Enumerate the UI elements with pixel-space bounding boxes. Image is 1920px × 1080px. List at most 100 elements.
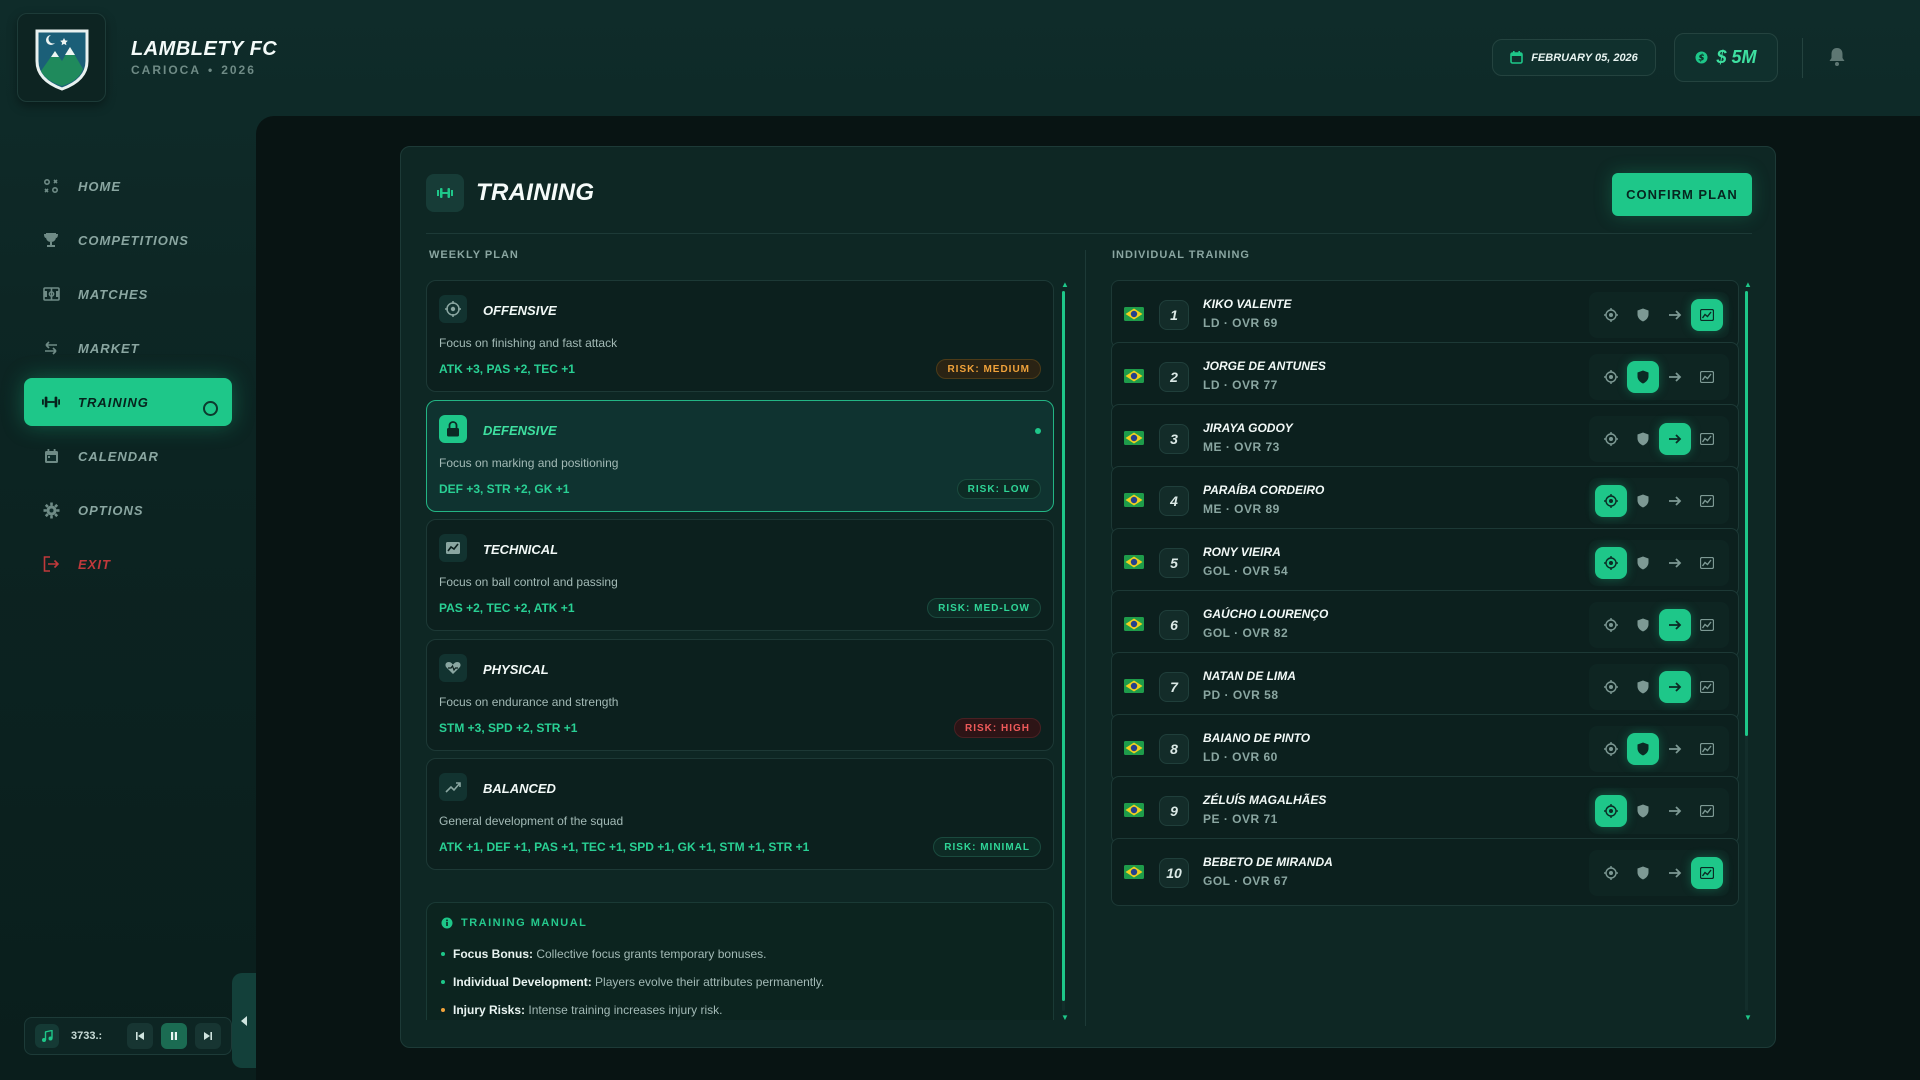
player-row[interactable]: 6 GAÚCHO LOURENÇO GOL · OVR 82 [1111, 590, 1739, 658]
focus-defense-button[interactable] [1627, 299, 1659, 331]
player-position-overall: GOL · OVR 54 [1203, 564, 1289, 578]
scroll-up-arrow[interactable]: ▲ [1744, 280, 1752, 289]
player-row[interactable]: 1 KIKO VALENTE LD · OVR 69 [1111, 280, 1739, 348]
focus-attack-button[interactable] [1595, 671, 1627, 703]
focus-defense-button[interactable] [1627, 547, 1659, 579]
club-balance-pill[interactable]: $ $ 5M [1674, 33, 1778, 82]
focus-speed-button[interactable] [1659, 733, 1691, 765]
previous-track-button[interactable] [127, 1023, 153, 1049]
focus-speed-button[interactable] [1659, 857, 1691, 889]
sidebar-item-label: TRAINING [78, 394, 149, 410]
focus-speed-button[interactable] [1659, 547, 1691, 579]
shield-icon [1637, 866, 1649, 880]
chart-icon [1700, 371, 1714, 383]
warning-bullet [441, 1008, 445, 1012]
plan-card-physical[interactable]: PHYSICAL Focus on endurance and strength… [426, 639, 1054, 751]
focus-defense-button[interactable] [1627, 423, 1659, 455]
training-manual-heading: TRAINING MANUAL [441, 917, 587, 929]
player-position-overall: PD · OVR 58 [1203, 688, 1279, 702]
focus-technique-button[interactable] [1691, 795, 1723, 827]
player-row[interactable]: 2 JORGE DE ANTUNES LD · OVR 77 [1111, 342, 1739, 410]
focus-attack-button[interactable] [1595, 299, 1627, 331]
focus-technique-button[interactable] [1691, 609, 1723, 641]
sidebar-item-home[interactable]: HOME [24, 162, 232, 210]
focus-speed-button[interactable] [1659, 361, 1691, 393]
header-divider [1802, 38, 1803, 78]
focus-defense-button[interactable] [1627, 795, 1659, 827]
focus-technique-button[interactable] [1691, 361, 1723, 393]
focus-technique-button[interactable] [1691, 547, 1723, 579]
arrow-right-icon [1668, 557, 1682, 569]
chart-icon [439, 534, 467, 562]
focus-technique-button[interactable] [1691, 299, 1723, 331]
current-date-pill[interactable]: FEBRUARY 05, 2026 [1492, 39, 1656, 76]
target-icon [1604, 680, 1618, 694]
focus-attack-button[interactable] [1595, 361, 1627, 393]
individual-training-scrollbar[interactable] [1745, 291, 1748, 1011]
player-row[interactable]: 10 BEBETO DE MIRANDA GOL · OVR 67 [1111, 838, 1739, 906]
plan-description: General development of the squad [439, 814, 624, 828]
plan-stat-bonuses: ATK +3, PAS +2, TEC +1 [439, 362, 575, 376]
focus-defense-button[interactable] [1627, 671, 1659, 703]
target-icon [1604, 370, 1618, 384]
arrow-right-icon [1668, 743, 1682, 755]
current-date: FEBRUARY 05, 2026 [1531, 51, 1638, 64]
confirm-plan-button[interactable]: CONFIRM PLAN [1612, 173, 1752, 216]
scroll-down-arrow[interactable]: ▼ [1744, 1013, 1752, 1022]
sidebar-item-exit[interactable]: EXIT [24, 540, 232, 588]
focus-speed-button[interactable] [1659, 609, 1691, 641]
player-row[interactable]: 3 JIRAYA GODOY ME · OVR 73 [1111, 404, 1739, 472]
player-row[interactable]: 9 ZÉLUÍS MAGALHÃES PE · OVR 71 [1111, 776, 1739, 844]
sidebar-item-competitions[interactable]: COMPETITIONS [24, 216, 232, 264]
focus-technique-button[interactable] [1691, 671, 1723, 703]
focus-technique-button[interactable] [1691, 857, 1723, 889]
plan-card-balanced[interactable]: BALANCED General development of the squa… [426, 758, 1054, 870]
focus-attack-button[interactable] [1595, 609, 1627, 641]
weekly-plan-scrollbar[interactable] [1062, 291, 1065, 1011]
focus-defense-button[interactable] [1627, 733, 1659, 765]
focus-technique-button[interactable] [1691, 733, 1723, 765]
plan-card-technical[interactable]: TECHNICAL Focus on ball control and pass… [426, 519, 1054, 631]
sidebar-item-calendar[interactable]: CALENDAR [24, 432, 232, 480]
player-row[interactable]: 7 NATAN DE LIMA PD · OVR 58 [1111, 652, 1739, 720]
risk-badge: RISK: MINIMAL [933, 837, 1041, 857]
focus-speed-button[interactable] [1659, 299, 1691, 331]
plan-card-defensive[interactable]: DEFENSIVE Focus on marking and positioni… [426, 400, 1054, 512]
focus-defense-button[interactable] [1627, 857, 1659, 889]
sidebar-item-options[interactable]: OPTIONS [24, 486, 232, 534]
pause-button[interactable] [161, 1023, 187, 1049]
focus-technique-button[interactable] [1691, 485, 1723, 517]
player-number: 6 [1159, 610, 1189, 640]
focus-attack-button[interactable] [1595, 733, 1627, 765]
sidebar-item-market[interactable]: MARKET [24, 324, 232, 372]
focus-speed-button[interactable] [1659, 485, 1691, 517]
chart-icon [1700, 309, 1714, 321]
focus-defense-button[interactable] [1627, 361, 1659, 393]
focus-attack-button[interactable] [1595, 485, 1627, 517]
focus-defense-button[interactable] [1627, 609, 1659, 641]
scroll-up-arrow[interactable]: ▲ [1061, 280, 1069, 289]
focus-attack-button[interactable] [1595, 857, 1627, 889]
brazil-flag-icon [1124, 679, 1144, 693]
scrollbar-thumb[interactable] [1745, 291, 1748, 736]
focus-defense-button[interactable] [1627, 485, 1659, 517]
focus-speed-button[interactable] [1659, 671, 1691, 703]
plan-card-offensive[interactable]: OFFENSIVE Focus on finishing and fast at… [426, 280, 1054, 392]
sidebar-item-training[interactable]: TRAINING [24, 378, 232, 426]
notification-bell-icon[interactable] [1828, 47, 1846, 67]
focus-technique-button[interactable] [1691, 423, 1723, 455]
focus-speed-button[interactable] [1659, 423, 1691, 455]
sidebar-collapse-button[interactable] [232, 973, 256, 1068]
next-track-button[interactable] [195, 1023, 221, 1049]
player-row[interactable]: 8 BAIANO DE PINTO LD · OVR 60 [1111, 714, 1739, 782]
focus-speed-button[interactable] [1659, 795, 1691, 827]
player-name: BEBETO DE MIRANDA [1203, 855, 1333, 869]
sidebar-item-matches[interactable]: MATCHES [24, 270, 232, 318]
player-row[interactable]: 5 RONY VIEIRA GOL · OVR 54 [1111, 528, 1739, 596]
focus-attack-button[interactable] [1595, 795, 1627, 827]
scroll-down-arrow[interactable]: ▼ [1061, 1013, 1069, 1022]
focus-attack-button[interactable] [1595, 547, 1627, 579]
focus-attack-button[interactable] [1595, 423, 1627, 455]
player-row[interactable]: 4 PARAÍBA CORDEIRO ME · OVR 89 [1111, 466, 1739, 534]
scrollbar-thumb[interactable] [1062, 291, 1065, 1001]
